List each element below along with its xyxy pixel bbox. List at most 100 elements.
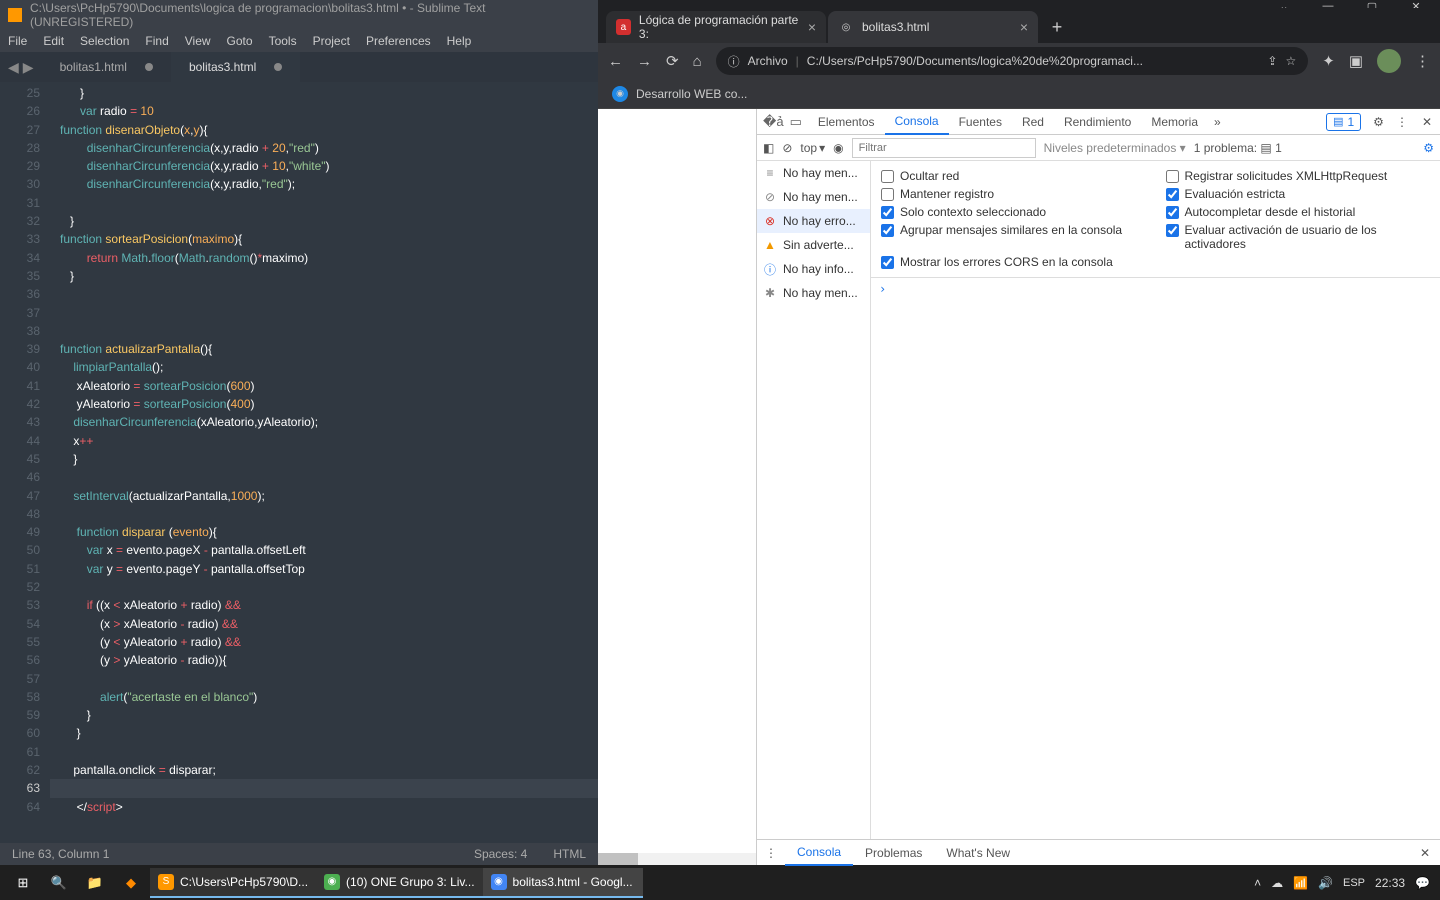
dt-tab-sources[interactable]: Fuentes: [949, 109, 1012, 135]
context-select[interactable]: top ▾: [800, 141, 825, 155]
extensions-icon[interactable]: ✦: [1322, 52, 1335, 70]
menu-goto[interactable]: Goto: [227, 34, 253, 48]
close-icon[interactable]: ×: [1020, 19, 1028, 35]
menu-project[interactable]: Project: [313, 34, 350, 48]
nav-fwd-icon[interactable]: ▶: [23, 59, 34, 76]
setting-checkbox[interactable]: Evaluar activación de usuario de los act…: [1156, 221, 1440, 253]
menu-icon[interactable]: ⋮: [1415, 52, 1430, 70]
inspect-icon[interactable]: �ả: [763, 114, 784, 130]
chrome-tab-0[interactable]: a Lógica de programación parte 3: ×: [606, 11, 826, 43]
setting-checkbox[interactable]: Ocultar red: [871, 167, 1156, 185]
share-icon[interactable]: ⇪: [1267, 54, 1277, 68]
tray-up-icon[interactable]: ˄: [1254, 876, 1261, 890]
live-expr-icon[interactable]: ◉: [833, 141, 843, 155]
gear-icon[interactable]: ⚙: [1367, 115, 1390, 129]
clear-icon[interactable]: ⊘: [782, 141, 792, 155]
dt-tab-elements[interactable]: Elementos: [808, 109, 885, 135]
tab-bolitas1[interactable]: bolitas1.html: [42, 52, 171, 82]
favicon: a: [616, 19, 631, 35]
explorer-icon[interactable]: 📁: [78, 868, 112, 898]
side-row[interactable]: ▲Sin adverte...: [757, 233, 870, 257]
close-drawer-icon[interactable]: ✕: [1410, 846, 1440, 860]
wifi-icon[interactable]: 📶: [1293, 876, 1308, 890]
info-icon[interactable]: ⓘ: [728, 53, 740, 70]
console-toolbar: ◧ ⊘ top ▾ ◉ Niveles predeterminados ▾ 1 …: [757, 135, 1440, 161]
taskbar: ⊞ 🔍 📁 ◆ SC:\Users\PcHp5790\D...◉(10) ONE…: [0, 865, 1440, 900]
star-icon[interactable]: ☆: [1285, 54, 1296, 68]
lang-indicator[interactable]: ESP: [1343, 877, 1365, 889]
url-bar[interactable]: ⓘ Archivo | C:/Users/PcHp5790/Documents/…: [716, 47, 1309, 75]
more-tabs-icon[interactable]: »: [1208, 115, 1227, 129]
status-lang[interactable]: HTML: [553, 847, 586, 861]
status-pos: Line 63, Column 1: [12, 847, 109, 861]
nav-back-icon[interactable]: ◀: [8, 59, 19, 76]
setting-checkbox[interactable]: Solo contexto seleccionado: [871, 203, 1156, 221]
h-scrollbar[interactable]: [598, 853, 756, 865]
status-spaces[interactable]: Spaces: 4: [474, 847, 527, 861]
taskbar-app[interactable]: ◉bolitas3.html - Googl...: [483, 868, 643, 898]
setting-checkbox[interactable]: Agrupar mensajes similares en la consola: [871, 221, 1156, 253]
menu-help[interactable]: Help: [447, 34, 472, 48]
menu-find[interactable]: Find: [145, 34, 168, 48]
setting-checkbox[interactable]: Autocompletar desde el historial: [1156, 203, 1440, 221]
drawer-tab-console[interactable]: Consola: [785, 840, 853, 866]
dt-tab-performance[interactable]: Rendimiento: [1054, 109, 1141, 135]
gear-icon[interactable]: ⚙: [1423, 141, 1434, 155]
drawer-tab-problems[interactable]: Problemas: [853, 840, 934, 866]
menu-view[interactable]: View: [185, 34, 211, 48]
setting-checkbox[interactable]: Registrar solicitudes XMLHttpRequest: [1156, 167, 1440, 185]
close-devtools-icon[interactable]: ✕: [1414, 115, 1440, 129]
forward-icon[interactable]: →: [637, 53, 652, 70]
menu-preferences[interactable]: Preferences: [366, 34, 431, 48]
sublime-window: C:\Users\PcHp5790\Documents\logica de pr…: [0, 0, 598, 865]
sidebar-toggle-icon[interactable]: ◧: [763, 141, 774, 155]
reload-icon[interactable]: ⟳: [666, 52, 679, 70]
new-tab-button[interactable]: +: [1040, 11, 1074, 43]
code-area[interactable]: } var radio = 10 function disenarObjeto(…: [50, 82, 598, 843]
drawer-tab-whatsnew[interactable]: What's New: [934, 840, 1022, 866]
drawer-menu-icon[interactable]: ⋮: [757, 846, 785, 860]
chrome-tab-1[interactable]: ◎ bolitas3.html ×: [828, 11, 1038, 43]
back-icon[interactable]: ←: [608, 53, 623, 70]
setting-checkbox[interactable]: Mantener registro: [871, 185, 1156, 203]
clock[interactable]: 22:33: [1375, 876, 1405, 890]
side-row[interactable]: ≡No hay men...: [757, 161, 870, 185]
tab-bolitas3[interactable]: bolitas3.html: [171, 52, 300, 82]
dt-tab-console[interactable]: Consola: [885, 109, 949, 135]
levels-select[interactable]: Niveles predeterminados ▾: [1044, 141, 1186, 155]
sublime-tabstrip: ◀ ▶ bolitas1.html bolitas3.html: [0, 52, 598, 82]
dt-tab-memory[interactable]: Memoria: [1141, 109, 1208, 135]
side-row[interactable]: ✱No hay men...: [757, 281, 870, 305]
taskbar-app[interactable]: SC:\Users\PcHp5790\D...: [150, 868, 316, 898]
close-icon[interactable]: ×: [808, 19, 816, 35]
console-prompt[interactable]: ›: [871, 278, 1440, 300]
notifications-icon[interactable]: 💬: [1415, 876, 1430, 890]
device-icon[interactable]: ▭: [790, 114, 802, 130]
volume-icon[interactable]: 🔊: [1318, 876, 1333, 890]
ide-icon[interactable]: ◆: [114, 868, 148, 898]
cloud-icon[interactable]: ☁: [1271, 876, 1283, 890]
more-icon[interactable]: ⋮: [1390, 115, 1414, 129]
menu-file[interactable]: File: [8, 34, 27, 48]
editor[interactable]: 2526272829303132333435363738394041424344…: [0, 82, 598, 843]
side-row[interactable]: ⊗No hay erro...: [757, 209, 870, 233]
console-main: Ocultar redRegistrar solicitudes XMLHttp…: [871, 161, 1440, 839]
home-icon[interactable]: ⌂: [693, 53, 702, 70]
menu-edit[interactable]: Edit: [43, 34, 64, 48]
setting-checkbox[interactable]: Mostrar los errores CORS en la consola: [871, 253, 1156, 271]
menu-selection[interactable]: Selection: [80, 34, 129, 48]
issues-badge[interactable]: ▤ 1: [1326, 113, 1361, 131]
sidepanel-icon[interactable]: ▣: [1349, 52, 1363, 70]
taskbar-app[interactable]: ◉(10) ONE Grupo 3: Liv...: [316, 868, 483, 898]
side-row[interactable]: ⓘNo hay info...: [757, 257, 870, 281]
menu-tools[interactable]: Tools: [269, 34, 297, 48]
bookmark-item[interactable]: Desarrollo WEB co...: [636, 87, 747, 101]
setting-checkbox[interactable]: Evaluación estricta: [1156, 185, 1440, 203]
dt-tab-network[interactable]: Red: [1012, 109, 1054, 135]
start-button[interactable]: ⊞: [6, 868, 40, 898]
avatar[interactable]: [1377, 49, 1401, 73]
filter-input[interactable]: [852, 138, 1036, 158]
problems-badge[interactable]: 1 problema: ▤ 1: [1194, 141, 1282, 155]
search-icon[interactable]: 🔍: [42, 868, 76, 898]
side-row[interactable]: ⊘No hay men...: [757, 185, 870, 209]
